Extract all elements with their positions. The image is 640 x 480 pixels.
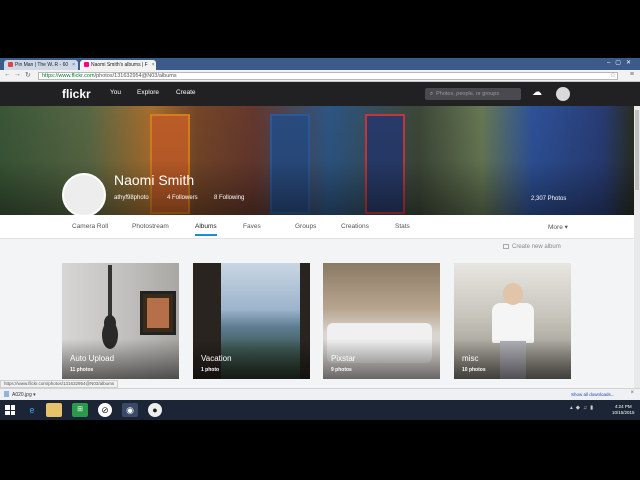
show-all-downloads-link[interactable]: Show all downloads... xyxy=(571,392,615,397)
tab-creations[interactable]: Creations xyxy=(341,223,369,230)
user-avatar[interactable] xyxy=(556,87,570,101)
search-icon: ⌕ xyxy=(430,91,434,97)
tab-faves[interactable]: Faves xyxy=(243,223,261,230)
nav-explore[interactable]: Explore xyxy=(137,89,159,96)
app-icon[interactable]: ● xyxy=(148,403,162,417)
profile-avatar[interactable] xyxy=(62,173,106,217)
window-controls[interactable]: –▢✕ xyxy=(607,59,636,66)
store-icon[interactable]: ⊞ xyxy=(72,403,88,417)
album-card[interactable]: Auto Upload 11 photos xyxy=(62,263,179,379)
search-input[interactable]: ⌕ Photos, people, or groups xyxy=(425,88,521,100)
bookmark-star-icon[interactable]: ☆ xyxy=(610,71,616,79)
screen: Pin Man | The W..R - 60 × Naomi Smith's a… xyxy=(0,58,640,420)
album-count: 1 photo xyxy=(201,367,220,373)
tab-stats[interactable]: Stats xyxy=(395,223,410,230)
menu-icon[interactable]: ≡ xyxy=(630,71,634,78)
tab-albums[interactable]: Albums xyxy=(195,223,217,236)
flickr-icon xyxy=(84,62,89,67)
system-tray[interactable]: ▴◆♫▮ xyxy=(570,405,596,411)
file-icon xyxy=(4,391,9,397)
album-count: 9 photos xyxy=(331,367,352,373)
browser-tab[interactable]: Pin Man | The W..R - 60 × xyxy=(4,60,78,70)
album-title: Pixstar xyxy=(331,354,356,363)
album-icon xyxy=(503,244,509,249)
browser-toolbar: ← → ↻ https://www.flickr.com/photos/1316… xyxy=(0,70,640,82)
flickr-navbar: flickr You Explore Create ⌕ Photos, peopl… xyxy=(0,82,640,106)
downloads-shelf: A020.jpg ▾ Show all downloads... × xyxy=(0,388,640,400)
browser-tab-strip: Pin Man | The W..R - 60 × Naomi Smith's a… xyxy=(0,58,640,70)
album-title: Auto Upload xyxy=(70,354,115,363)
album-count: 11 photos xyxy=(70,367,94,373)
taskbar-clock[interactable]: 4:24 PM 10/15/2015 xyxy=(612,404,635,416)
close-icon[interactable]: × xyxy=(72,62,75,68)
back-icon[interactable]: ← xyxy=(4,71,11,78)
hp-icon[interactable]: ⊘ xyxy=(98,403,112,417)
pinterest-icon xyxy=(8,62,13,67)
flickr-logo[interactable]: flickr xyxy=(62,87,91,101)
album-count: 10 photos xyxy=(462,367,486,373)
album-title: misc xyxy=(462,354,479,363)
photo-count: 2,307 Photos xyxy=(531,196,567,202)
profile-subnav: Camera Roll Photostream Albums Faves Gro… xyxy=(0,215,634,239)
more-menu[interactable]: More ▾ xyxy=(548,223,568,231)
followers-link[interactable]: 4 Followers xyxy=(167,195,198,201)
status-bar-url: https://www.flickr.com/photos/131632954@… xyxy=(0,380,119,388)
forward-icon[interactable]: → xyxy=(14,71,21,78)
reload-icon[interactable]: ↻ xyxy=(25,71,31,79)
profile-username: athyf98photo xyxy=(114,195,149,201)
tab-photostream[interactable]: Photostream xyxy=(132,223,169,230)
windows-start-icon[interactable] xyxy=(5,405,15,415)
address-bar[interactable]: https://www.flickr.com/photos/131632954@… xyxy=(38,72,618,80)
nav-create[interactable]: Create xyxy=(176,89,196,96)
file-explorer-icon[interactable] xyxy=(46,403,62,417)
page-scrollbar[interactable] xyxy=(634,106,640,420)
close-icon[interactable]: × xyxy=(630,390,634,396)
picture-frame-image xyxy=(140,291,176,335)
album-title: Vacation xyxy=(201,354,232,363)
download-item[interactable]: A020.jpg ▾ xyxy=(4,391,36,398)
following-link[interactable]: 8 Following xyxy=(214,195,244,201)
profile-name: Naomi Smith xyxy=(114,172,195,188)
chrome-icon[interactable]: ◉ xyxy=(122,403,138,417)
browser-tab-active[interactable]: Naomi Smith's albums | F × xyxy=(80,60,156,70)
nav-you[interactable]: You xyxy=(110,89,121,96)
album-card[interactable]: Pixstar 9 photos xyxy=(323,263,440,379)
tab-camera-roll[interactable]: Camera Roll xyxy=(72,223,108,230)
internet-explorer-icon[interactable]: e xyxy=(24,403,40,417)
album-card[interactable]: Vacation 1 photo xyxy=(193,263,310,379)
tab-groups[interactable]: Groups xyxy=(295,223,316,230)
album-card[interactable]: misc 10 photos xyxy=(454,263,571,379)
windows-taskbar: e ⊞ ⊘ ◉ ● ▴◆♫▮ 4:24 PM 10/15/2015 xyxy=(0,400,640,420)
close-icon[interactable]: × xyxy=(152,62,155,68)
create-album-button[interactable]: Create new album xyxy=(503,244,561,250)
upload-cloud-icon[interactable]: ☁ xyxy=(532,87,542,98)
